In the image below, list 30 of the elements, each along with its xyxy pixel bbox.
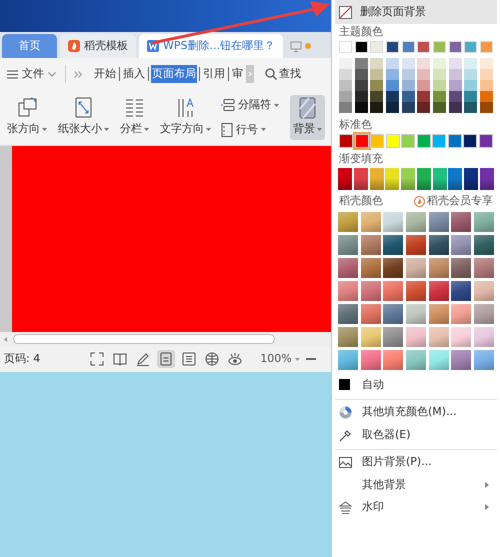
ribbon-button[interactable]: 张方向	[4, 95, 50, 140]
ribbon-button[interactable]: 背景	[290, 95, 325, 140]
menu-item[interactable]: 删除页面背景	[335, 0, 497, 24]
page-number: 页码: 4	[4, 350, 40, 367]
menu-tab[interactable]: 开始	[93, 64, 117, 84]
menu-item[interactable]: 图片背景(P)...	[335, 449, 497, 474]
menu-item[interactable]: 自动	[335, 374, 497, 396]
search-button[interactable]: 查找	[264, 64, 302, 84]
menu-item[interactable]: 取色器(E)	[335, 424, 497, 446]
ribbon-button[interactable]: 分隔符	[219, 96, 281, 114]
section-label: 渐变填充	[339, 151, 383, 168]
tab[interactable]: WPS删除...钮在哪里？	[139, 34, 283, 58]
ribbon-button[interactable]: 分栏	[117, 95, 152, 140]
ribbon-button[interactable]: 文字方向	[157, 95, 214, 140]
menu-tab[interactable]: 引用	[202, 64, 226, 84]
menu-tab[interactable]: 审	[231, 64, 244, 84]
menu-item[interactable]: 其他填充颜色(M)...	[335, 399, 497, 424]
section-label: 主题颜色	[339, 24, 383, 40]
zoom-dropdown[interactable]: 100%	[259, 350, 301, 368]
menu-tab[interactable]: 插入	[122, 64, 146, 84]
menu-item[interactable]: 其他背景	[335, 474, 497, 496]
tab[interactable]: 稻壳模板	[60, 34, 136, 58]
section-label: 稻壳颜色	[339, 193, 383, 210]
file-menu-button[interactable]: 文件	[6, 64, 57, 84]
section-label: 标准色	[339, 117, 372, 134]
ribbon-button[interactable]: 行号	[219, 120, 281, 139]
ribbon-button[interactable]: 纸张大小	[55, 95, 112, 140]
vip-text: 稻壳会员专享	[427, 193, 493, 210]
menu-tab[interactable]: 页面布局	[151, 64, 197, 84]
menu-item[interactable]: 水印	[335, 496, 497, 518]
